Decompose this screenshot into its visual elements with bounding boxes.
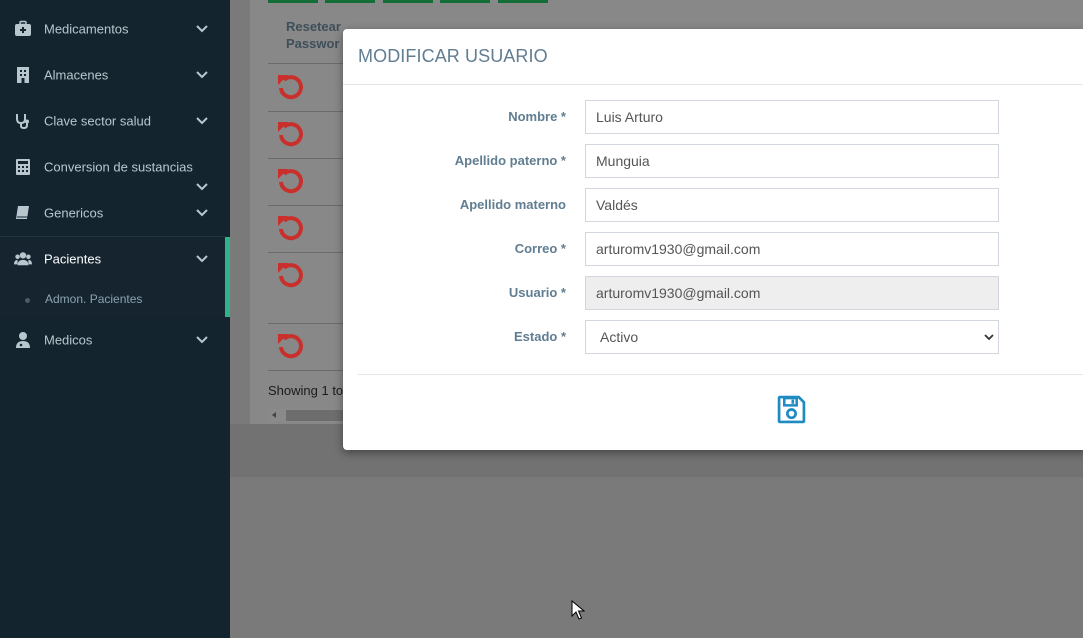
estado-label: Estado * bbox=[513, 329, 566, 344]
column-header-line: Resetear bbox=[286, 19, 341, 34]
sidebar-item-pacientes[interactable]: Pacientes bbox=[0, 236, 230, 282]
form-row-apellido-materno: Apellido materno Valdés bbox=[343, 188, 1083, 222]
form-row-estado: Estado * Activo bbox=[343, 320, 1083, 354]
undo-icon[interactable] bbox=[276, 213, 306, 243]
form-row-usuario: Usuario * arturomv1930@gmail.com bbox=[343, 276, 1083, 310]
mouse-cursor-icon bbox=[571, 600, 585, 620]
sidebar-item-label: Pacientes bbox=[44, 251, 102, 267]
sidebar-item-genericos[interactable]: Genericos bbox=[0, 190, 230, 236]
toolbar-button[interactable] bbox=[325, 0, 375, 3]
table-divider bbox=[268, 111, 348, 112]
apellido-paterno-input[interactable]: Munguia bbox=[585, 144, 999, 178]
sidebar-item-label: Clave sector salud bbox=[44, 113, 151, 129]
sidebar-subitem-admon-pacientes[interactable]: Admon. Pacientes bbox=[0, 286, 225, 312]
column-header-reset-password[interactable]: Resetear Passwor bbox=[286, 18, 341, 52]
book-icon bbox=[16, 206, 29, 219]
form-row-correo: Correo * arturomv1930@gmail.com bbox=[343, 232, 1083, 266]
undo-icon[interactable] bbox=[276, 260, 306, 290]
toolbar-button[interactable] bbox=[383, 0, 433, 3]
horizontal-scrollbar[interactable] bbox=[268, 409, 348, 422]
chevron-down-icon[interactable] bbox=[196, 255, 208, 263]
undo-icon[interactable] bbox=[276, 331, 306, 361]
medkit-icon bbox=[15, 20, 31, 36]
sidebar-item-label: Conversion de sustancias bbox=[44, 159, 193, 175]
toolbar-button[interactable] bbox=[268, 0, 318, 3]
undo-icon[interactable] bbox=[276, 119, 306, 149]
hospital-building-icon bbox=[17, 67, 29, 83]
sidebar-item-label: Medicos bbox=[44, 332, 93, 348]
stethoscope-icon bbox=[16, 114, 29, 130]
calculator-icon bbox=[16, 159, 30, 175]
chevron-down-icon[interactable] bbox=[196, 209, 208, 217]
page-background bbox=[230, 477, 1083, 638]
toolbar-button[interactable] bbox=[440, 0, 490, 3]
column-header-line: Passwor bbox=[286, 36, 340, 51]
nombre-label: Nombre * bbox=[508, 109, 566, 124]
sidebar-subitem-label: Admon. Pacientes bbox=[45, 292, 143, 306]
chevron-down-icon bbox=[984, 334, 994, 341]
table-divider bbox=[268, 252, 348, 253]
nombre-input[interactable]: Luis Arturo bbox=[585, 100, 999, 134]
estado-select[interactable]: Activo bbox=[585, 320, 999, 354]
users-icon bbox=[14, 252, 32, 266]
table-divider bbox=[268, 370, 348, 371]
modal-header-divider bbox=[343, 84, 1083, 85]
save-icon[interactable] bbox=[777, 395, 806, 424]
scrollbar-thumb[interactable] bbox=[286, 410, 346, 421]
scroll-left-icon[interactable] bbox=[272, 412, 276, 418]
sidebar-item-almacenes[interactable]: Almacenes bbox=[0, 52, 230, 98]
table-divider bbox=[268, 205, 348, 206]
apellido-materno-label: Apellido materno bbox=[459, 197, 566, 212]
correo-input[interactable]: arturomv1930@gmail.com bbox=[585, 232, 999, 266]
undo-icon[interactable] bbox=[276, 166, 306, 196]
chevron-down-icon[interactable] bbox=[196, 336, 208, 344]
usuario-input-readonly: arturomv1930@gmail.com bbox=[585, 276, 999, 310]
undo-icon[interactable] bbox=[276, 72, 306, 102]
modify-user-modal: MODIFICAR USUARIO Nombre * Luis Arturo A… bbox=[343, 29, 1083, 450]
chevron-down-icon[interactable] bbox=[196, 71, 208, 79]
table-divider bbox=[268, 158, 348, 159]
sidebar-item-medicos[interactable]: Medicos bbox=[0, 317, 230, 363]
user-md-icon bbox=[16, 332, 30, 348]
chevron-down-icon[interactable] bbox=[196, 25, 208, 33]
modal-title: MODIFICAR USUARIO bbox=[358, 46, 548, 66]
sidebar: Medicamentos Almacenes Clave sector salu… bbox=[0, 0, 230, 638]
circle-icon bbox=[25, 298, 30, 303]
sidebar-item-label: Almacenes bbox=[44, 67, 109, 83]
apellido-paterno-label: Apellido paterno * bbox=[454, 153, 566, 168]
toolbar-button[interactable] bbox=[498, 0, 548, 3]
chevron-down-icon[interactable] bbox=[196, 117, 208, 125]
correo-label: Correo * bbox=[514, 241, 566, 256]
form-row-nombre: Nombre * Luis Arturo bbox=[343, 100, 1083, 134]
sidebar-item-label: Medicamentos bbox=[44, 21, 129, 37]
apellido-materno-input[interactable]: Valdés bbox=[585, 188, 999, 222]
usuario-label: Usuario * bbox=[508, 285, 566, 300]
estado-selected-value: Activo bbox=[600, 329, 639, 345]
table-divider bbox=[268, 63, 348, 64]
sidebar-item-medicamentos[interactable]: Medicamentos bbox=[0, 6, 230, 52]
sidebar-item-clave-sector-salud[interactable]: Clave sector salud bbox=[0, 98, 230, 144]
modal-footer-divider bbox=[358, 374, 1083, 375]
sidebar-item-label: Genericos bbox=[44, 205, 104, 221]
table-divider bbox=[268, 323, 348, 324]
form-row-apellido-paterno: Apellido paterno * Munguia bbox=[343, 144, 1083, 178]
table-info-text: Showing 1 to bbox=[268, 383, 344, 398]
